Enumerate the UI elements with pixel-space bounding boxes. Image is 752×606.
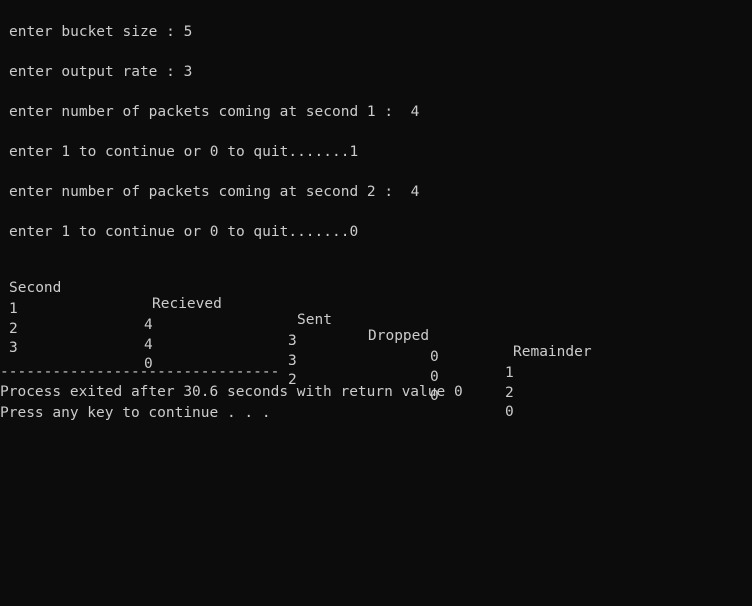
cell-second: 3: [9, 340, 18, 356]
table-row: 2 4 3 0 2: [0, 303, 752, 401]
prompt-packets-second-2: enter number of packets coming at second…: [9, 184, 420, 200]
separator-line: --------------------------------: [0, 364, 280, 380]
cell-remainder: 0: [505, 404, 514, 420]
prompt-bucket-size: enter bucket size : 5: [9, 24, 193, 40]
table-row: 1 4 3 0 1: [0, 283, 752, 381]
prompt-packets-second-1: enter number of packets coming at second…: [9, 104, 420, 120]
prompt-continue-1: enter 1 to continue or 0 to quit.......1: [9, 144, 359, 160]
prompt-output-rate: enter output rate : 3: [9, 64, 193, 80]
cell-remainder: 1: [505, 365, 514, 381]
table-row: 3 0 2 0 0: [0, 322, 752, 420]
header-remainder: Remainder: [513, 344, 592, 360]
exit-message: Process exited after 30.6 seconds with r…: [0, 384, 463, 400]
cell-sent: 3: [288, 353, 297, 369]
console-window[interactable]: enter bucket size : 5 enter output rate …: [0, 0, 752, 606]
continue-message: Press any key to continue . . .: [0, 405, 271, 421]
cell-remainder: 2: [505, 385, 514, 401]
prompt-continue-2: enter 1 to continue or 0 to quit.......0: [9, 224, 359, 240]
table-header: Second Recieved Sent Dropped Remainder: [0, 262, 752, 360]
cell-dropped: 0: [430, 349, 439, 365]
